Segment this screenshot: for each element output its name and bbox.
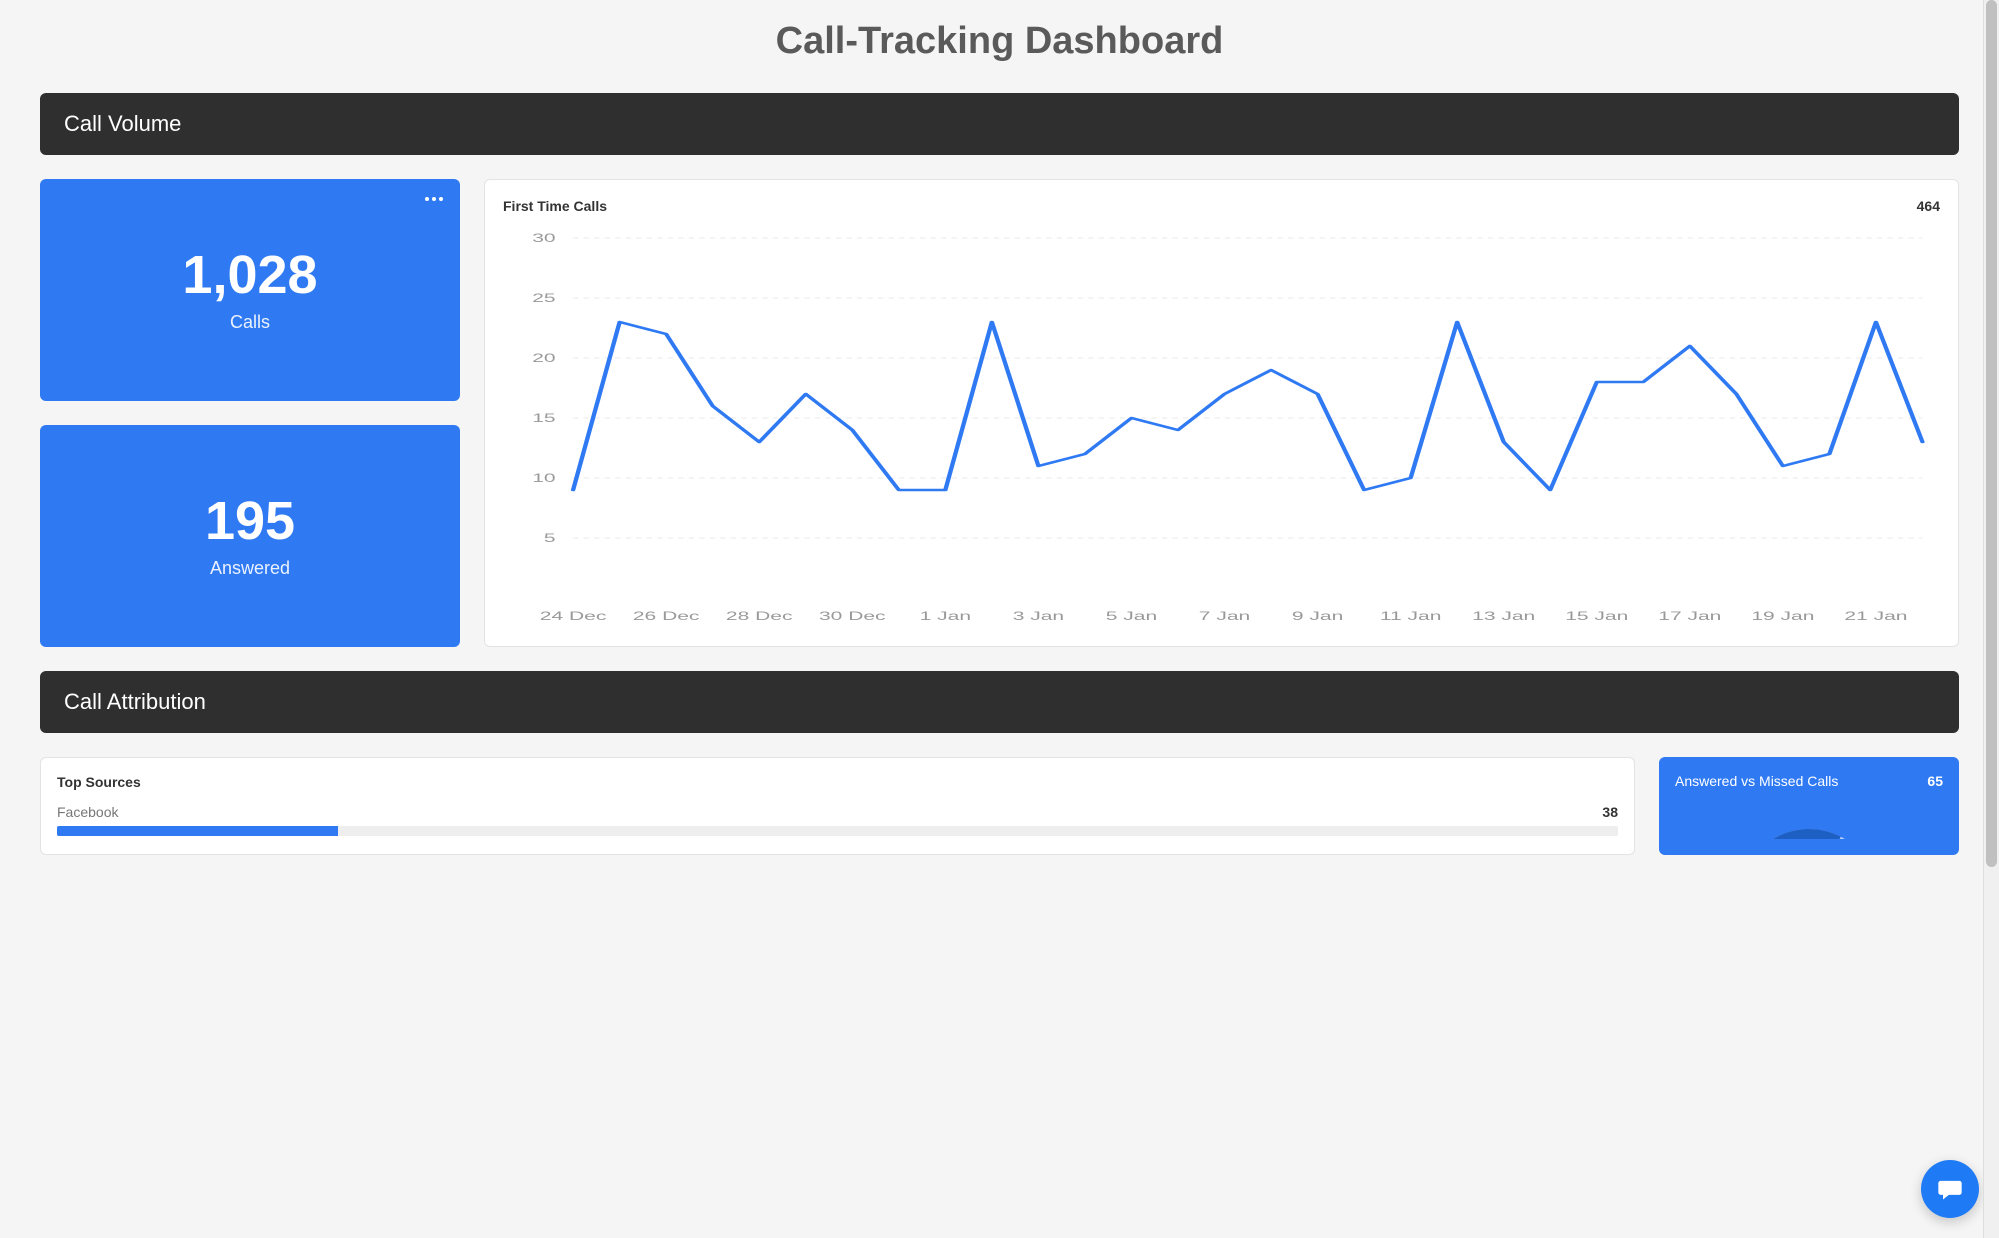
section-header-call-attribution: Call Attribution (40, 671, 1959, 733)
svg-text:7 Jan: 7 Jan (1199, 609, 1250, 622)
stat-label-answered: Answered (210, 558, 290, 579)
chat-icon (1936, 1175, 1964, 1203)
svg-text:26 Dec: 26 Dec (633, 609, 700, 622)
stat-value-answered: 195 (205, 494, 295, 548)
svg-text:1 Jan: 1 Jan (920, 609, 971, 622)
source-row: Facebook 38 (57, 804, 1618, 836)
svg-text:9 Jan: 9 Jan (1292, 609, 1343, 622)
svg-text:21 Jan: 21 Jan (1844, 609, 1907, 622)
stats-column: 1,028 Calls 195 Answered (40, 179, 460, 647)
answered-vs-missed-title: Answered vs Missed Calls (1675, 773, 1943, 789)
source-value: 38 (1602, 804, 1618, 820)
answered-vs-missed-card[interactable]: Answered vs Missed Calls 65 (1659, 757, 1959, 855)
stat-label-calls: Calls (230, 312, 270, 333)
source-bar-track (57, 826, 1618, 836)
stat-value-calls: 1,028 (182, 248, 317, 302)
svg-text:24 Dec: 24 Dec (540, 609, 607, 622)
first-time-calls-panel-wrap: First Time Calls 464 5 10 15 20 25 30 24 Dec 26… (484, 179, 1959, 647)
svg-text:5: 5 (544, 531, 556, 544)
first-time-calls-panel: First Time Calls 464 5 10 15 20 25 30 24 Dec 26… (484, 179, 1959, 647)
svg-text:30 Dec: 30 Dec (819, 609, 886, 622)
chat-launcher-button[interactable] (1921, 1160, 1979, 1218)
stat-card-calls[interactable]: 1,028 Calls (40, 179, 460, 401)
call-attribution-row: Top Sources Facebook 38 Answered vs Misse… (40, 757, 1959, 855)
page-title: Call-Tracking Dashboard (40, 20, 1959, 63)
svg-text:30: 30 (532, 231, 555, 244)
svg-text:3 Jan: 3 Jan (1013, 609, 1064, 622)
first-time-calls-title: First Time Calls (503, 198, 1940, 214)
first-time-calls-total: 464 (1917, 198, 1940, 214)
svg-text:10: 10 (532, 471, 555, 484)
scrollbar-thumb[interactable] (1986, 0, 1997, 867)
answered-vs-missed-value: 65 (1927, 773, 1943, 789)
first-time-calls-chart: 5 10 15 20 25 30 24 Dec 26 Dec 28 Dec 30 Dec 1 Jan… (503, 228, 1940, 628)
svg-text:15: 15 (532, 411, 555, 424)
source-bar-fill (57, 826, 338, 836)
more-icon[interactable] (424, 191, 444, 207)
svg-text:25: 25 (532, 291, 555, 304)
call-volume-row: 1,028 Calls 195 Answered First Time Call… (40, 179, 1959, 647)
svg-text:19 Jan: 19 Jan (1751, 609, 1814, 622)
svg-text:17 Jan: 17 Jan (1658, 609, 1721, 622)
top-sources-panel: Top Sources Facebook 38 (40, 757, 1635, 855)
scrollbar[interactable] (1983, 0, 1999, 1238)
svg-text:20: 20 (532, 351, 555, 364)
top-sources-title: Top Sources (57, 774, 1618, 790)
svg-text:15 Jan: 15 Jan (1565, 609, 1628, 622)
answered-vs-missed-donut (1675, 799, 1943, 839)
svg-text:13 Jan: 13 Jan (1472, 609, 1535, 622)
source-name: Facebook (57, 804, 118, 820)
svg-text:11 Jan: 11 Jan (1380, 609, 1442, 622)
svg-text:28 Dec: 28 Dec (726, 609, 793, 622)
section-header-call-volume: Call Volume (40, 93, 1959, 155)
svg-text:5 Jan: 5 Jan (1106, 609, 1157, 622)
stat-card-answered[interactable]: 195 Answered (40, 425, 460, 647)
